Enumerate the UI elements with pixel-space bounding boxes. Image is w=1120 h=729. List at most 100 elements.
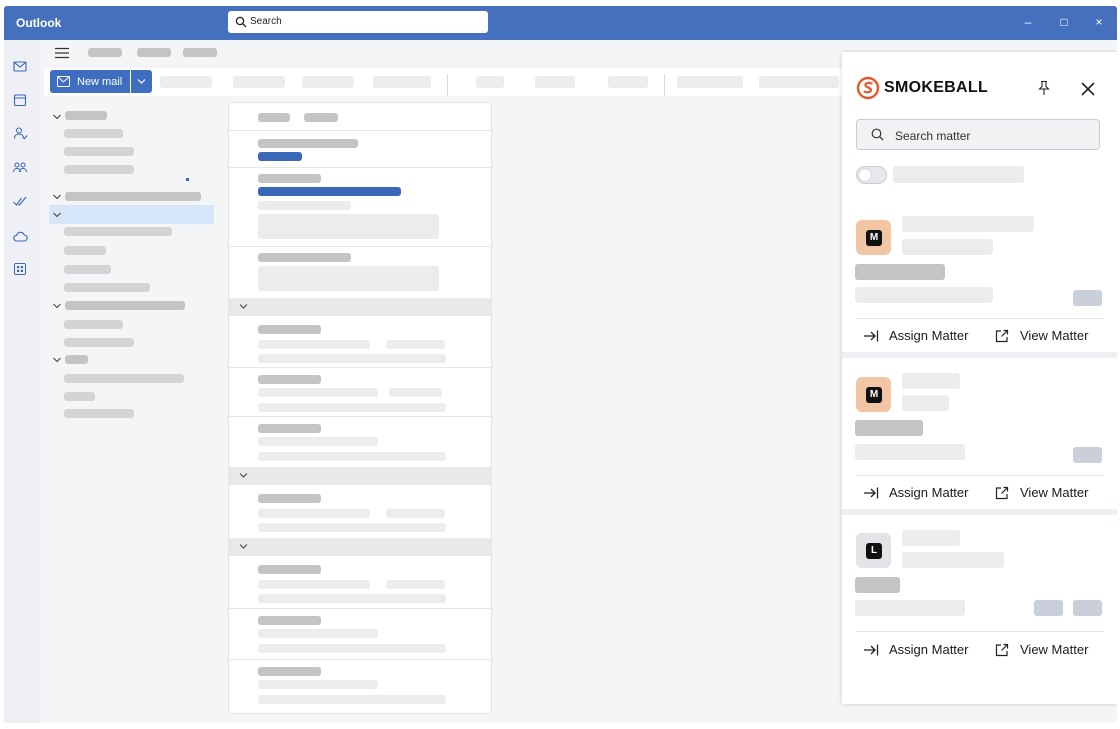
folder-group-placeholder[interactable] <box>65 301 185 310</box>
chevron-down-icon[interactable] <box>52 301 62 311</box>
hamburger-menu-icon[interactable] <box>55 47 69 59</box>
ribbon-item-placeholder[interactable] <box>160 76 212 88</box>
ribbon-item-placeholder[interactable] <box>759 76 839 88</box>
filter-toggle[interactable] <box>856 166 887 184</box>
ribbon-item-placeholder[interactable] <box>608 76 648 88</box>
ribbon-item-placeholder[interactable] <box>476 76 504 88</box>
ribbon-item-placeholder[interactable] <box>302 76 354 88</box>
message-row[interactable] <box>229 660 491 712</box>
matter-card[interactable]: M Assign Matter View Matter <box>842 358 1117 509</box>
groups-icon[interactable] <box>12 159 28 175</box>
chevron-down-icon[interactable] <box>52 210 62 220</box>
matter-badge-placeholder <box>1073 290 1102 306</box>
calendar-icon[interactable] <box>12 92 28 108</box>
folder-group-placeholder[interactable] <box>65 355 88 364</box>
folder-group-placeholder[interactable] <box>65 192 201 201</box>
mail-icon <box>57 76 70 87</box>
message-row[interactable] <box>229 247 491 298</box>
folder-item-selected[interactable] <box>49 205 214 224</box>
cloud-icon[interactable] <box>12 228 28 244</box>
new-mail-dropdown-button[interactable] <box>131 70 152 93</box>
folder-item-placeholder[interactable] <box>64 227 172 236</box>
search-box[interactable]: Search <box>228 11 488 33</box>
folder-item-placeholder[interactable] <box>64 320 123 329</box>
message-subject-placeholder <box>258 509 370 518</box>
chevron-down-icon[interactable] <box>52 112 62 122</box>
maximize-button[interactable]: □ <box>1056 14 1072 30</box>
close-icon[interactable] <box>1079 80 1097 98</box>
message-sender-placeholder <box>258 174 321 183</box>
chevron-down-icon[interactable] <box>52 192 62 202</box>
message-row[interactable] <box>229 131 491 167</box>
chevron-down-icon[interactable] <box>52 355 62 365</box>
mail-icon[interactable] <box>12 58 28 74</box>
message-group-header[interactable] <box>229 298 491 316</box>
message-row[interactable] <box>229 485 491 537</box>
message-sender-placeholder <box>258 494 321 503</box>
folder-item-placeholder[interactable] <box>64 147 134 156</box>
folder-item-placeholder[interactable] <box>64 265 111 274</box>
matter-client-placeholder <box>855 287 993 303</box>
assign-matter-button[interactable]: Assign Matter <box>863 484 973 502</box>
message-sender-placeholder <box>258 565 321 574</box>
matter-card[interactable]: L Assign Matter View Matter <box>842 515 1117 665</box>
folder-item-placeholder[interactable] <box>64 338 134 347</box>
matter-search-input[interactable]: Search matter <box>856 119 1100 150</box>
matter-badge-placeholder <box>1073 447 1102 463</box>
folder-item-placeholder[interactable] <box>64 374 184 383</box>
folder-item-placeholder[interactable] <box>64 129 123 138</box>
matter-client-placeholder <box>855 600 965 616</box>
folder-item-placeholder[interactable] <box>64 392 95 401</box>
message-row[interactable] <box>229 556 491 608</box>
minimize-button[interactable]: – <box>1020 14 1036 30</box>
assign-matter-button[interactable]: Assign Matter <box>863 327 973 345</box>
ribbon-item-placeholder[interactable] <box>677 76 743 88</box>
message-row[interactable] <box>229 417 491 467</box>
message-row[interactable] <box>229 168 491 246</box>
card-divider-line <box>856 631 1104 632</box>
matter-initial: L <box>866 543 882 559</box>
view-matter-button[interactable]: View Matter <box>994 641 1104 659</box>
folder-group-placeholder[interactable] <box>65 111 107 120</box>
matter-type-placeholder <box>855 264 945 280</box>
message-row[interactable] <box>229 368 491 416</box>
chevron-down-icon <box>239 304 248 309</box>
list-header-placeholder[interactable] <box>304 113 338 122</box>
matter-card[interactable]: M Assign Matter View Matter <box>842 202 1117 352</box>
close-button[interactable]: × <box>1091 14 1107 30</box>
todo-icon[interactable] <box>12 193 28 209</box>
matter-title-placeholder <box>902 216 1034 232</box>
folder-item-placeholder[interactable] <box>64 246 106 255</box>
folder-item-placeholder[interactable] <box>64 409 134 418</box>
folder-item-placeholder[interactable] <box>64 165 134 174</box>
message-date-placeholder <box>389 388 442 397</box>
folder-item-placeholder[interactable] <box>64 283 150 292</box>
message-row[interactable] <box>229 316 491 367</box>
ribbon-item-placeholder[interactable] <box>373 76 431 88</box>
message-sender-placeholder <box>258 253 351 262</box>
message-row[interactable] <box>229 609 491 659</box>
new-mail-button[interactable]: New mail <box>50 70 130 93</box>
view-matter-button[interactable]: View Matter <box>994 327 1104 345</box>
message-preview-placeholder <box>258 201 351 210</box>
people-icon[interactable] <box>12 125 28 141</box>
list-header-placeholder[interactable] <box>258 113 290 122</box>
view-matter-button[interactable]: View Matter <box>994 484 1104 502</box>
nav-tab-placeholder[interactable] <box>183 48 217 57</box>
pin-icon[interactable] <box>1035 79 1053 97</box>
search-placeholder: Search <box>250 16 282 27</box>
assign-matter-button[interactable]: Assign Matter <box>863 641 973 659</box>
app-title: Outlook <box>16 16 62 30</box>
nav-tab-placeholder[interactable] <box>88 48 122 57</box>
message-group-header[interactable] <box>229 467 491 485</box>
matter-title-placeholder <box>902 373 960 389</box>
ribbon-item-placeholder[interactable] <box>233 76 285 88</box>
ribbon-item-placeholder[interactable] <box>535 76 575 88</box>
nav-tab-placeholder[interactable] <box>137 48 171 57</box>
message-group-header[interactable] <box>229 538 491 556</box>
apps-icon[interactable] <box>12 261 28 277</box>
smokeball-logo-icon <box>856 76 880 100</box>
message-subject-placeholder <box>258 680 378 689</box>
matter-subtitle-placeholder <box>902 552 1004 568</box>
chevron-down-icon <box>137 79 146 84</box>
